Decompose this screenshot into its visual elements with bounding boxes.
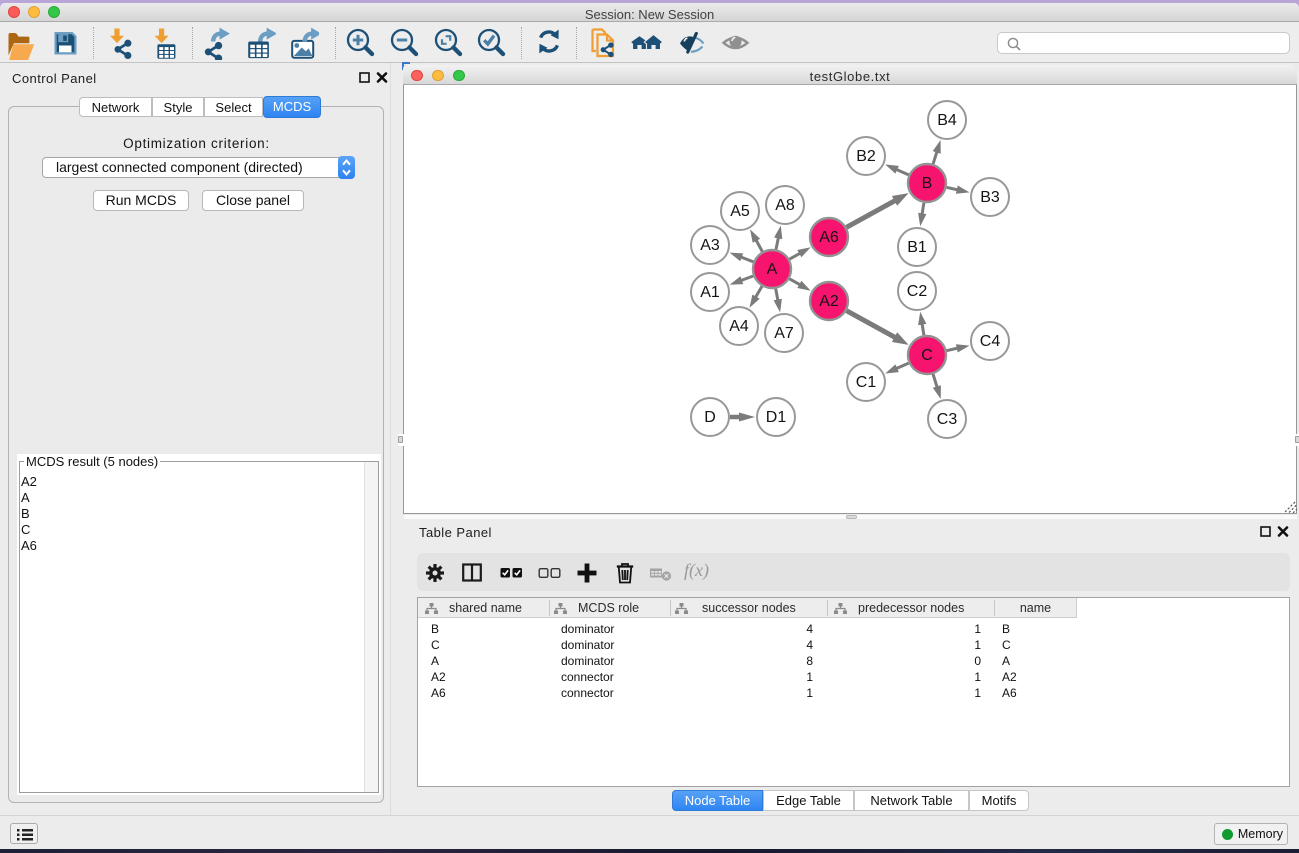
svg-text:A5: A5: [730, 203, 750, 220]
svg-text:A2: A2: [819, 293, 839, 310]
svg-text:A8: A8: [775, 197, 795, 214]
svg-text:C3: C3: [937, 411, 958, 428]
svg-text:D1: D1: [766, 409, 787, 426]
svg-text:C2: C2: [907, 283, 928, 300]
svg-text:A3: A3: [700, 237, 720, 254]
svg-text:A4: A4: [729, 318, 749, 335]
svg-text:B3: B3: [980, 189, 1000, 206]
svg-text:D: D: [704, 409, 716, 426]
svg-text:B1: B1: [907, 239, 927, 256]
svg-text:B2: B2: [856, 148, 876, 165]
svg-text:C: C: [921, 347, 933, 364]
svg-text:B: B: [922, 175, 933, 192]
svg-text:A7: A7: [774, 325, 794, 342]
svg-text:C1: C1: [856, 374, 877, 391]
svg-text:C4: C4: [980, 333, 1001, 350]
svg-text:A1: A1: [700, 284, 720, 301]
svg-text:B4: B4: [937, 112, 957, 129]
svg-text:A6: A6: [819, 229, 839, 246]
svg-text:A: A: [767, 261, 778, 278]
